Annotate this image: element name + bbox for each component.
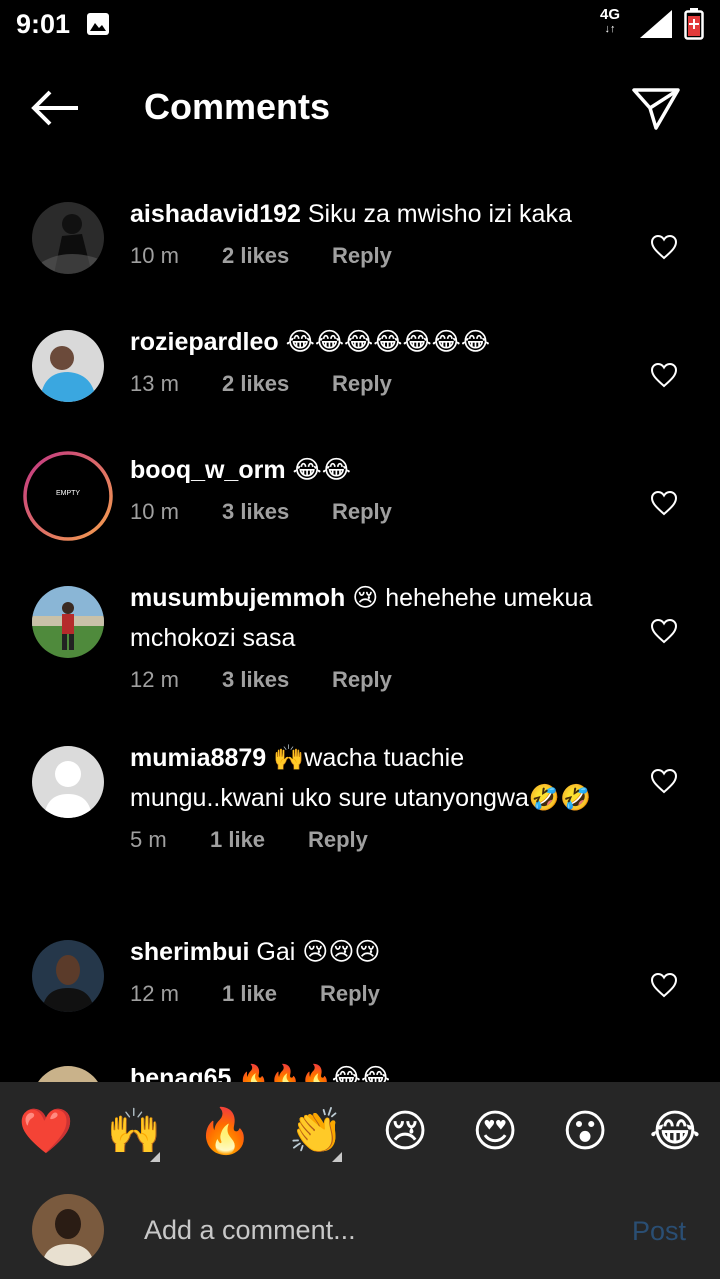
reaction-clapping-emoji: 👏 [288,1107,344,1156]
battery-icon [684,8,704,40]
avatar[interactable] [32,586,104,658]
heart-icon[interactable] [650,234,678,260]
comment-text: Siku za mwisho izi kaka [300,200,572,228]
skin-tone-indicator-icon [150,1152,160,1162]
comment-time: 12 m [130,981,179,1006]
reaction-fire[interactable]: 🔥 [197,1104,253,1160]
reply-button[interactable]: Reply [332,660,392,700]
comment-username[interactable]: aishadavid192 [130,200,301,228]
comment-username[interactable]: musumbujemmoh [130,584,345,612]
comment-likes[interactable]: 1 like [210,820,308,860]
reaction-heart-eyes[interactable]: 😍 [467,1104,523,1160]
comment-content: mumia8879 🙌wacha tuachie mungu..kwani uk… [130,738,620,818]
network-indicator: 4G ↓↑ [600,6,621,36]
image-notification-icon [87,13,109,35]
heart-icon[interactable] [650,768,678,794]
comment-username[interactable]: benag65 [130,1064,231,1082]
avatar-text: EMPTY [55,490,81,497]
comment-likes[interactable]: 2 likes [222,364,332,404]
reaction-wow[interactable]: 😮 [557,1104,613,1160]
comment-username[interactable]: mumia8879 [130,744,266,772]
comment-content: benag65 🔥🔥🔥😂😂 [130,1058,620,1082]
page-title: Comments [144,86,331,127]
status-bar: 9:01 4G ↓↑ [0,0,720,50]
avatar[interactable] [32,1066,104,1082]
comment-meta: 5 m 1 like Reply [130,820,620,860]
comment-body: aishadavid192 Siku za mwisho izi kaka 10… [130,194,620,276]
comment-body: booq_w_orm 😂😂 10 m 3 likes Reply [130,450,620,532]
comment-text: 🔥🔥🔥😂😂 [231,1064,391,1082]
comment-composer: Post [0,1180,720,1279]
comment-meta: 12 m 1 like Reply [130,974,620,1014]
comment-input[interactable] [144,1208,604,1252]
my-avatar [32,1194,104,1266]
skin-tone-indicator-icon [332,1152,342,1162]
comment-likes[interactable]: 2 likes [222,236,332,276]
comment-time: 10 m [130,499,179,524]
comment-meta: 10 m 2 likes Reply [130,236,620,276]
comment-username[interactable]: roziepardleo [130,328,279,356]
reaction-heart[interactable]: ❤️ [18,1104,74,1160]
reply-button[interactable]: Reply [308,820,368,860]
comment-body: benag65 🔥🔥🔥😂😂 [130,1058,620,1082]
send-icon[interactable] [630,84,682,134]
comment-time: 12 m [130,667,179,692]
default-avatar[interactable] [32,746,104,818]
comment-content: booq_w_orm 😂😂 [130,450,620,490]
avatar[interactable] [32,330,104,402]
comment-body: roziepardleo 😂😂😂😂😂😂😂 13 m 2 likes Reply [130,322,620,404]
comment-content: aishadavid192 Siku za mwisho izi kaka [130,194,620,234]
reply-button[interactable]: Reply [332,364,392,404]
comment-list[interactable]: aishadavid192 Siku za mwisho izi kaka 10… [0,170,720,1082]
comment-text: 😂😂😂😂😂😂😂 [278,328,491,356]
header: Comments [0,60,720,156]
comment-username[interactable]: booq_w_orm [130,456,286,484]
reaction-clapping[interactable]: 👏 [288,1104,344,1162]
comment-username[interactable]: sherimbui [130,938,249,966]
post-button[interactable]: Post [632,1216,686,1247]
reply-button[interactable]: Reply [332,492,392,532]
quick-reaction-bar: ❤️ 🙌 🔥 👏 😢 😍 😮 😂 [0,1082,720,1180]
data-arrows-icon: ↓↑ [604,23,616,35]
reaction-raised-hands-emoji: 🙌 [106,1107,162,1156]
comment-likes[interactable]: 1 like [222,974,320,1014]
reply-button[interactable]: Reply [320,974,380,1014]
comment-content: roziepardleo 😂😂😂😂😂😂😂 [130,322,620,362]
comment-likes[interactable]: 3 likes [222,492,332,532]
reaction-crying[interactable]: 😢 [377,1104,433,1160]
comment-time: 5 m [130,827,167,852]
comment-time: 10 m [130,243,179,268]
comment-meta: 13 m 2 likes Reply [130,364,620,404]
comment-time: 13 m [130,371,179,396]
network-label: 4G [600,6,621,23]
heart-icon[interactable] [650,362,678,388]
signal-icon [640,10,672,38]
reaction-raised-hands[interactable]: 🙌 [106,1104,162,1162]
comment-content: musumbujemmoh 😢 hehehehe umekua mchokozi… [130,578,620,658]
avatar[interactable] [32,202,104,274]
status-time: 9:01 [16,9,71,39]
comment-text: 😂😂 [285,456,351,484]
reaction-laughing[interactable]: 😂 [647,1104,703,1160]
comment-meta: 12 m 3 likes Reply [130,660,620,700]
heart-icon[interactable] [650,618,678,644]
comment-likes[interactable]: 3 likes [222,660,332,700]
back-arrow-icon[interactable] [28,86,84,130]
comment-meta: 10 m 3 likes Reply [130,492,620,532]
heart-icon[interactable] [650,490,678,516]
comment-text: Gai 😢😢😢 [249,938,381,966]
avatar[interactable] [32,940,104,1012]
comment-body: mumia8879 🙌wacha tuachie mungu..kwani uk… [130,738,620,860]
comment-body: musumbujemmoh 😢 hehehehe umekua mchokozi… [130,578,620,700]
heart-icon[interactable] [650,972,678,998]
reply-button[interactable]: Reply [332,236,392,276]
comment-body: sherimbui Gai 😢😢😢 12 m 1 like Reply [130,932,620,1014]
comment-content: sherimbui Gai 😢😢😢 [130,932,620,972]
